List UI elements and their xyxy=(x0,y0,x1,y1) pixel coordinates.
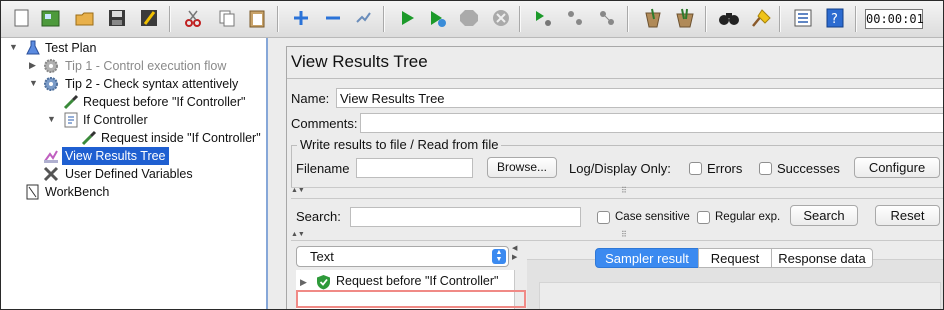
renderer-select-value: Text xyxy=(310,249,334,264)
clear-all-icon[interactable] xyxy=(673,6,697,30)
shutdown-icon[interactable] xyxy=(489,6,513,30)
expand-icon[interactable] xyxy=(289,6,313,30)
workbench-icon xyxy=(25,184,41,200)
flask-icon xyxy=(25,40,41,56)
case-sensitive-checkbox[interactable] xyxy=(597,211,610,224)
clear-icon[interactable] xyxy=(641,6,665,30)
reset-search-icon[interactable] xyxy=(749,6,773,30)
tab-request[interactable]: Request xyxy=(698,248,772,268)
tree-node-request-inside[interactable]: Request inside "If Controller" xyxy=(101,129,261,147)
stop-icon[interactable] xyxy=(457,6,481,30)
tree-node-tip-2[interactable]: Tip 2 - Check syntax attentively xyxy=(65,75,238,93)
controller-icon xyxy=(63,112,79,128)
start-icon[interactable] xyxy=(395,6,419,30)
view-results-tree-panel: View Results Tree Name: View Results Tre… xyxy=(286,46,943,309)
search-icon[interactable] xyxy=(717,6,741,30)
highlight-box xyxy=(296,290,526,308)
tab-response-data[interactable]: Response data xyxy=(771,248,873,268)
collapse-icon[interactable] xyxy=(321,6,345,30)
collapse-pane-icon[interactable]: ◀ ▶ xyxy=(512,244,517,262)
paste-icon[interactable] xyxy=(245,6,269,30)
remote-start-icon[interactable] xyxy=(531,6,555,30)
collapsed-arrow-icon[interactable]: ▶ xyxy=(300,277,307,288)
tree-node-request-before[interactable]: Request before "If Controller" xyxy=(83,93,245,111)
editor-pane: View Results Tree Name: View Results Tre… xyxy=(270,38,943,309)
function-helper-icon[interactable] xyxy=(791,6,815,30)
wrench-icon xyxy=(43,166,59,182)
regex-label: Regular exp. xyxy=(715,211,781,223)
collapsed-arrow-icon[interactable]: ▶ xyxy=(29,60,36,71)
svg-text:?: ? xyxy=(831,12,838,27)
name-field[interactable]: View Results Tree xyxy=(336,88,943,108)
help-icon[interactable]: ? xyxy=(823,6,847,30)
open-icon[interactable] xyxy=(73,6,97,30)
gear-icon xyxy=(43,58,59,74)
elapsed-timer: 00:00:01 xyxy=(865,9,924,29)
successes-checkbox[interactable] xyxy=(759,162,772,175)
detail-inner-box xyxy=(539,282,941,309)
tree-node-if-controller[interactable]: If Controller xyxy=(83,111,148,129)
renderer-select[interactable]: Text ▲ ▼ xyxy=(296,246,509,267)
configure-button[interactable]: Configure xyxy=(854,157,940,178)
reset-button[interactable]: Reset xyxy=(875,205,940,226)
tree-node-user-defined-variables[interactable]: User Defined Variables xyxy=(65,165,193,183)
panel-heading: View Results Tree xyxy=(291,52,428,71)
gear-icon xyxy=(43,76,59,92)
save-icon[interactable] xyxy=(105,6,129,30)
tree-node-tip-1[interactable]: Tip 1 - Control execution flow xyxy=(65,57,226,75)
filename-label: Filename xyxy=(296,161,350,176)
new-icon[interactable] xyxy=(9,6,33,30)
pipette-icon xyxy=(63,94,79,110)
errors-label: Errors xyxy=(707,161,743,176)
splitter-middle[interactable]: ▲▼ ⠿ xyxy=(291,230,943,241)
listener-icon xyxy=(43,148,59,164)
tree-node-view-results-tree[interactable]: View Results Tree xyxy=(62,147,169,165)
log-display-label: Log/Display Only: xyxy=(569,161,671,176)
errors-checkbox[interactable] xyxy=(689,162,702,175)
browse-button[interactable]: Browse... xyxy=(487,157,557,178)
search-button[interactable]: Search xyxy=(790,205,858,226)
jmeter-window: ? 00:00:01 ▼ Test Plan ▶ Tip 1 - Control… xyxy=(0,0,944,310)
tab-sampler-result[interactable]: Sampler result xyxy=(595,248,699,268)
successes-label: Successes xyxy=(777,161,840,176)
remote-shutdown-icon[interactable] xyxy=(595,6,619,30)
tree-node-test-plan[interactable]: Test Plan xyxy=(45,39,96,57)
toggle-icon[interactable] xyxy=(351,6,375,30)
copy-icon[interactable] xyxy=(215,6,239,30)
expand-arrow-icon[interactable]: ▼ xyxy=(47,114,56,124)
toolbar: ? 00:00:01 xyxy=(1,1,943,38)
cut-icon[interactable] xyxy=(181,6,205,30)
name-label: Name: xyxy=(291,91,330,106)
splitter-top[interactable]: ▲▼ ⠿ xyxy=(291,186,943,199)
regex-checkbox[interactable] xyxy=(697,211,710,224)
search-label: Search: xyxy=(296,209,341,224)
expand-arrow-icon[interactable]: ▼ xyxy=(9,42,18,52)
test-plan-tree[interactable]: ▼ Test Plan ▶ Tip 1 - Control execution … xyxy=(1,38,268,309)
write-results-title: Write results to file / Read from file xyxy=(297,137,502,152)
start-no-pause-icon[interactable] xyxy=(425,6,449,30)
search-field[interactable] xyxy=(350,207,581,227)
remote-stop-icon[interactable] xyxy=(563,6,587,30)
comments-field[interactable] xyxy=(360,113,943,133)
result-list[interactable]: ▶ Request before "If Controller" xyxy=(296,270,526,309)
tree-node-workbench[interactable]: WorkBench xyxy=(45,183,109,201)
select-stepper-icon: ▲ ▼ xyxy=(492,249,506,264)
templates-icon[interactable] xyxy=(39,6,63,30)
expand-arrow-icon[interactable]: ▼ xyxy=(29,78,38,88)
save-as-icon[interactable] xyxy=(137,6,161,30)
pipette-icon xyxy=(81,130,97,146)
result-item-request-before[interactable]: Request before "If Controller" xyxy=(336,274,498,288)
filename-field[interactable] xyxy=(356,158,473,178)
case-sensitive-label: Case sensitive xyxy=(615,211,690,223)
comments-label: Comments: xyxy=(291,116,358,131)
